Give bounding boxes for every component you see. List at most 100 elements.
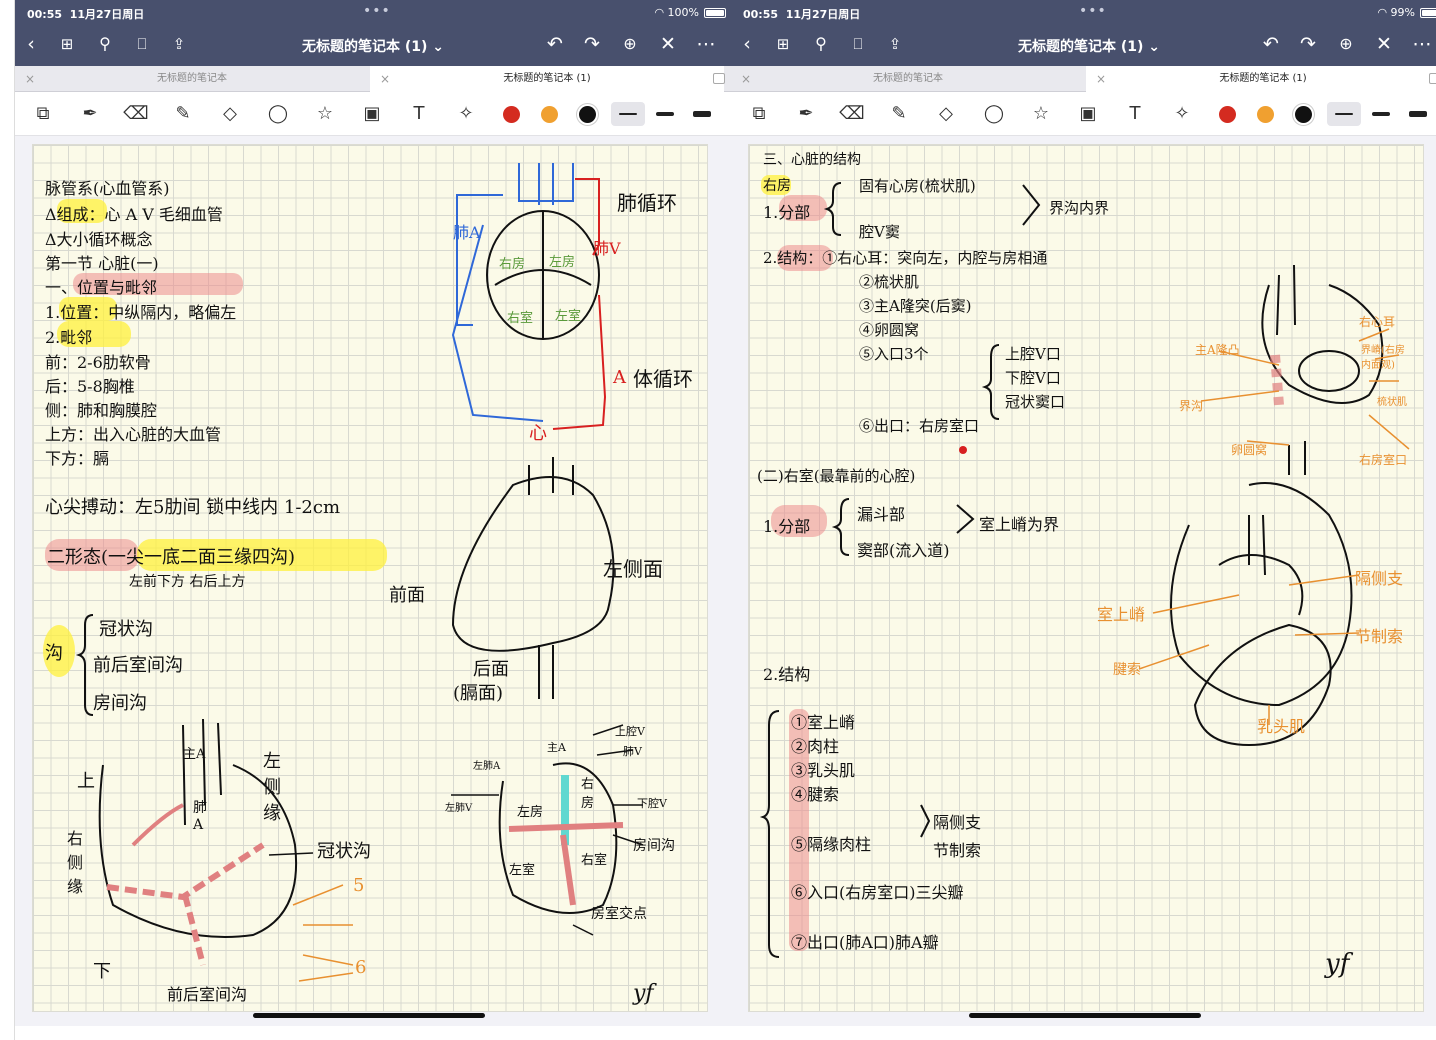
tab-notebook[interactable]: × 无标题的笔记本 <box>15 66 369 92</box>
nav-bar: ‹ ⊞ ⚲ ⎕ ⇪ 无标题的笔记本 (1) ⌄ ↶ ↷ ⊕ ✕ ⋯ <box>731 24 1436 66</box>
lasso-icon[interactable]: ◯ <box>265 101 291 127</box>
sticker-icon[interactable]: ☆ <box>312 101 338 127</box>
septal-label: 隔侧支 <box>1355 569 1404 588</box>
fossa-label: 卵圆窝 <box>1231 443 1268 457</box>
aorta-label: 主A <box>183 747 206 762</box>
pulm-circ-label: 肺循环 <box>617 191 677 215</box>
add-page-icon[interactable]: ⊕ <box>1334 33 1358 55</box>
thickness-thick[interactable] <box>685 102 719 126</box>
color-orange[interactable] <box>1257 106 1274 123</box>
status-time: 00:55 11月27日周日 <box>743 8 861 21</box>
pen-icon[interactable]: ✒ <box>77 101 103 127</box>
tab-close-icon[interactable]: × <box>380 66 390 92</box>
note-page[interactable]: 三、心脏的结构 右房 1.分部 固有心房(梳状肌) 界沟内界 腔V窦 2.结构：… <box>748 144 1424 1012</box>
tab-notebook[interactable]: × 无标题的笔记本 <box>731 66 1085 92</box>
zoom-window-icon[interactable]: ⧉ <box>746 101 772 127</box>
tab-notebook-1[interactable]: × 无标题的笔记本 (1) <box>370 66 724 92</box>
pen-icon[interactable]: ✒ <box>793 101 819 127</box>
note-line: 二形态(一尖一底二面三缘四沟) <box>47 547 296 568</box>
redo-icon[interactable]: ↷ <box>580 33 604 55</box>
shapes-icon[interactable]: ◇ <box>217 101 243 127</box>
image-icon[interactable]: ▣ <box>1075 101 1101 127</box>
sticker-icon[interactable]: ☆ <box>1028 101 1054 127</box>
undo-icon[interactable]: ↶ <box>1259 33 1283 55</box>
note-line: 第一节 心脏(一) <box>45 254 159 273</box>
color-orange[interactable] <box>541 106 558 123</box>
color-black[interactable] <box>1295 106 1312 123</box>
home-indicator[interactable] <box>969 1013 1201 1018</box>
note-line: 后：5-8胸椎 <box>45 377 135 396</box>
signature: yf <box>633 981 654 1006</box>
note-line: ①室上嵴 <box>791 713 856 732</box>
eraser-icon[interactable]: ⌫ <box>123 101 149 127</box>
grid-icon[interactable]: ⊞ <box>771 33 795 55</box>
ipad-screen-right: 00:55 11月27日周日 ••• ◠ 99% ‹ ⊞ ⚲ ⎕ ⇪ 无标题的笔… <box>731 0 1436 1026</box>
shapes-icon[interactable]: ◇ <box>933 101 959 127</box>
color-black[interactable] <box>579 106 596 123</box>
color-red[interactable] <box>503 106 520 123</box>
lv-label-3: 左室 <box>509 863 536 878</box>
undo-icon[interactable]: ↶ <box>543 33 567 55</box>
redo-icon[interactable]: ↷ <box>1296 33 1320 55</box>
note-line: ③主A隆突(后窦) <box>859 297 972 315</box>
search-icon[interactable]: ⚲ <box>809 33 833 55</box>
more-icon[interactable]: ⋯ <box>694 33 718 55</box>
tab-close-icon[interactable]: × <box>25 66 35 92</box>
home-indicator[interactable] <box>253 1013 485 1018</box>
zoom-window-icon[interactable]: ⧉ <box>30 101 56 127</box>
note-page[interactable]: 脉管系(心血管系) Δ组成：心 A V 毛细血管 Δ大小循环概念 第一节 心脏(… <box>32 144 708 1012</box>
thickness-thin[interactable] <box>611 102 645 126</box>
text-icon[interactable]: T <box>406 101 432 127</box>
thickness-thick[interactable] <box>1401 102 1435 126</box>
note-line: 节制索 <box>933 841 982 860</box>
more-icon[interactable]: ⋯ <box>1410 33 1434 55</box>
split-view-icon[interactable] <box>713 73 725 84</box>
text-icon[interactable]: T <box>1122 101 1148 127</box>
thickness-thin[interactable] <box>1327 102 1361 126</box>
search-icon[interactable]: ⚲ <box>93 33 117 55</box>
laser-icon[interactable]: ✧ <box>1169 101 1195 127</box>
ivc-label: 下腔V <box>637 797 667 810</box>
add-page-icon[interactable]: ⊕ <box>618 33 642 55</box>
close-icon[interactable]: ✕ <box>1372 33 1396 55</box>
note-line: Δ组成：心 A V 毛细血管 <box>45 205 223 224</box>
laser-icon[interactable]: ✧ <box>453 101 479 127</box>
thickness-medium[interactable] <box>1364 102 1398 126</box>
back-icon[interactable]: ‹ <box>735 33 759 55</box>
thickness-medium[interactable] <box>648 102 682 126</box>
split-view-icon[interactable] <box>1429 73 1436 84</box>
close-icon[interactable]: ✕ <box>656 33 680 55</box>
multitask-dots[interactable]: ••• <box>363 3 391 19</box>
note-line: 1.分部 <box>763 203 811 222</box>
highlighter-icon[interactable]: ✎ <box>886 101 912 127</box>
notebook-title[interactable]: 无标题的笔记本 (1) ⌄ <box>265 36 481 56</box>
share-icon[interactable]: ⇪ <box>883 33 907 55</box>
tab-notebook-1[interactable]: × 无标题的笔记本 (1) <box>1086 66 1436 92</box>
note-line: 脉管系(心血管系) <box>45 179 170 198</box>
color-red[interactable] <box>1219 106 1236 123</box>
drawing-toolbar: ⧉ ✒ ⌫ ✎ ◇ ◯ ☆ ▣ T ✧ <box>15 92 731 136</box>
rv-label: 右室 <box>507 311 534 326</box>
sys-circ-label: 体循环 <box>633 367 693 391</box>
highlighter-icon[interactable]: ✎ <box>170 101 196 127</box>
grid-icon[interactable]: ⊞ <box>55 33 79 55</box>
note-line: 上方：出入心脏的大血管 <box>45 425 222 444</box>
multitask-dots[interactable]: ••• <box>1079 3 1107 19</box>
back-icon[interactable]: ‹ <box>19 33 43 55</box>
eraser-icon[interactable]: ⌫ <box>839 101 865 127</box>
note-line: ④腱索 <box>791 785 840 804</box>
note-line: ②梳状肌 <box>859 273 920 291</box>
note-line: ⑥出口：右房室口 <box>859 417 980 435</box>
moderator-label: 节制索 <box>1355 627 1404 646</box>
bookmark-icon[interactable]: ⎕ <box>846 33 870 55</box>
lasso-icon[interactable]: ◯ <box>981 101 1007 127</box>
notebook-title[interactable]: 无标题的笔记本 (1) ⌄ <box>981 36 1197 56</box>
share-icon[interactable]: ⇪ <box>167 33 191 55</box>
tab-close-icon[interactable]: × <box>1096 66 1106 92</box>
tab-bar: × 无标题的笔记本 × 无标题的笔记本 (1) <box>731 66 1436 92</box>
bookmark-icon[interactable]: ⎕ <box>130 33 154 55</box>
note-line: 冠状窦口 <box>1005 393 1066 411</box>
papillary-label: 乳头肌 <box>1257 717 1306 736</box>
tab-close-icon[interactable]: × <box>741 66 751 92</box>
image-icon[interactable]: ▣ <box>359 101 385 127</box>
